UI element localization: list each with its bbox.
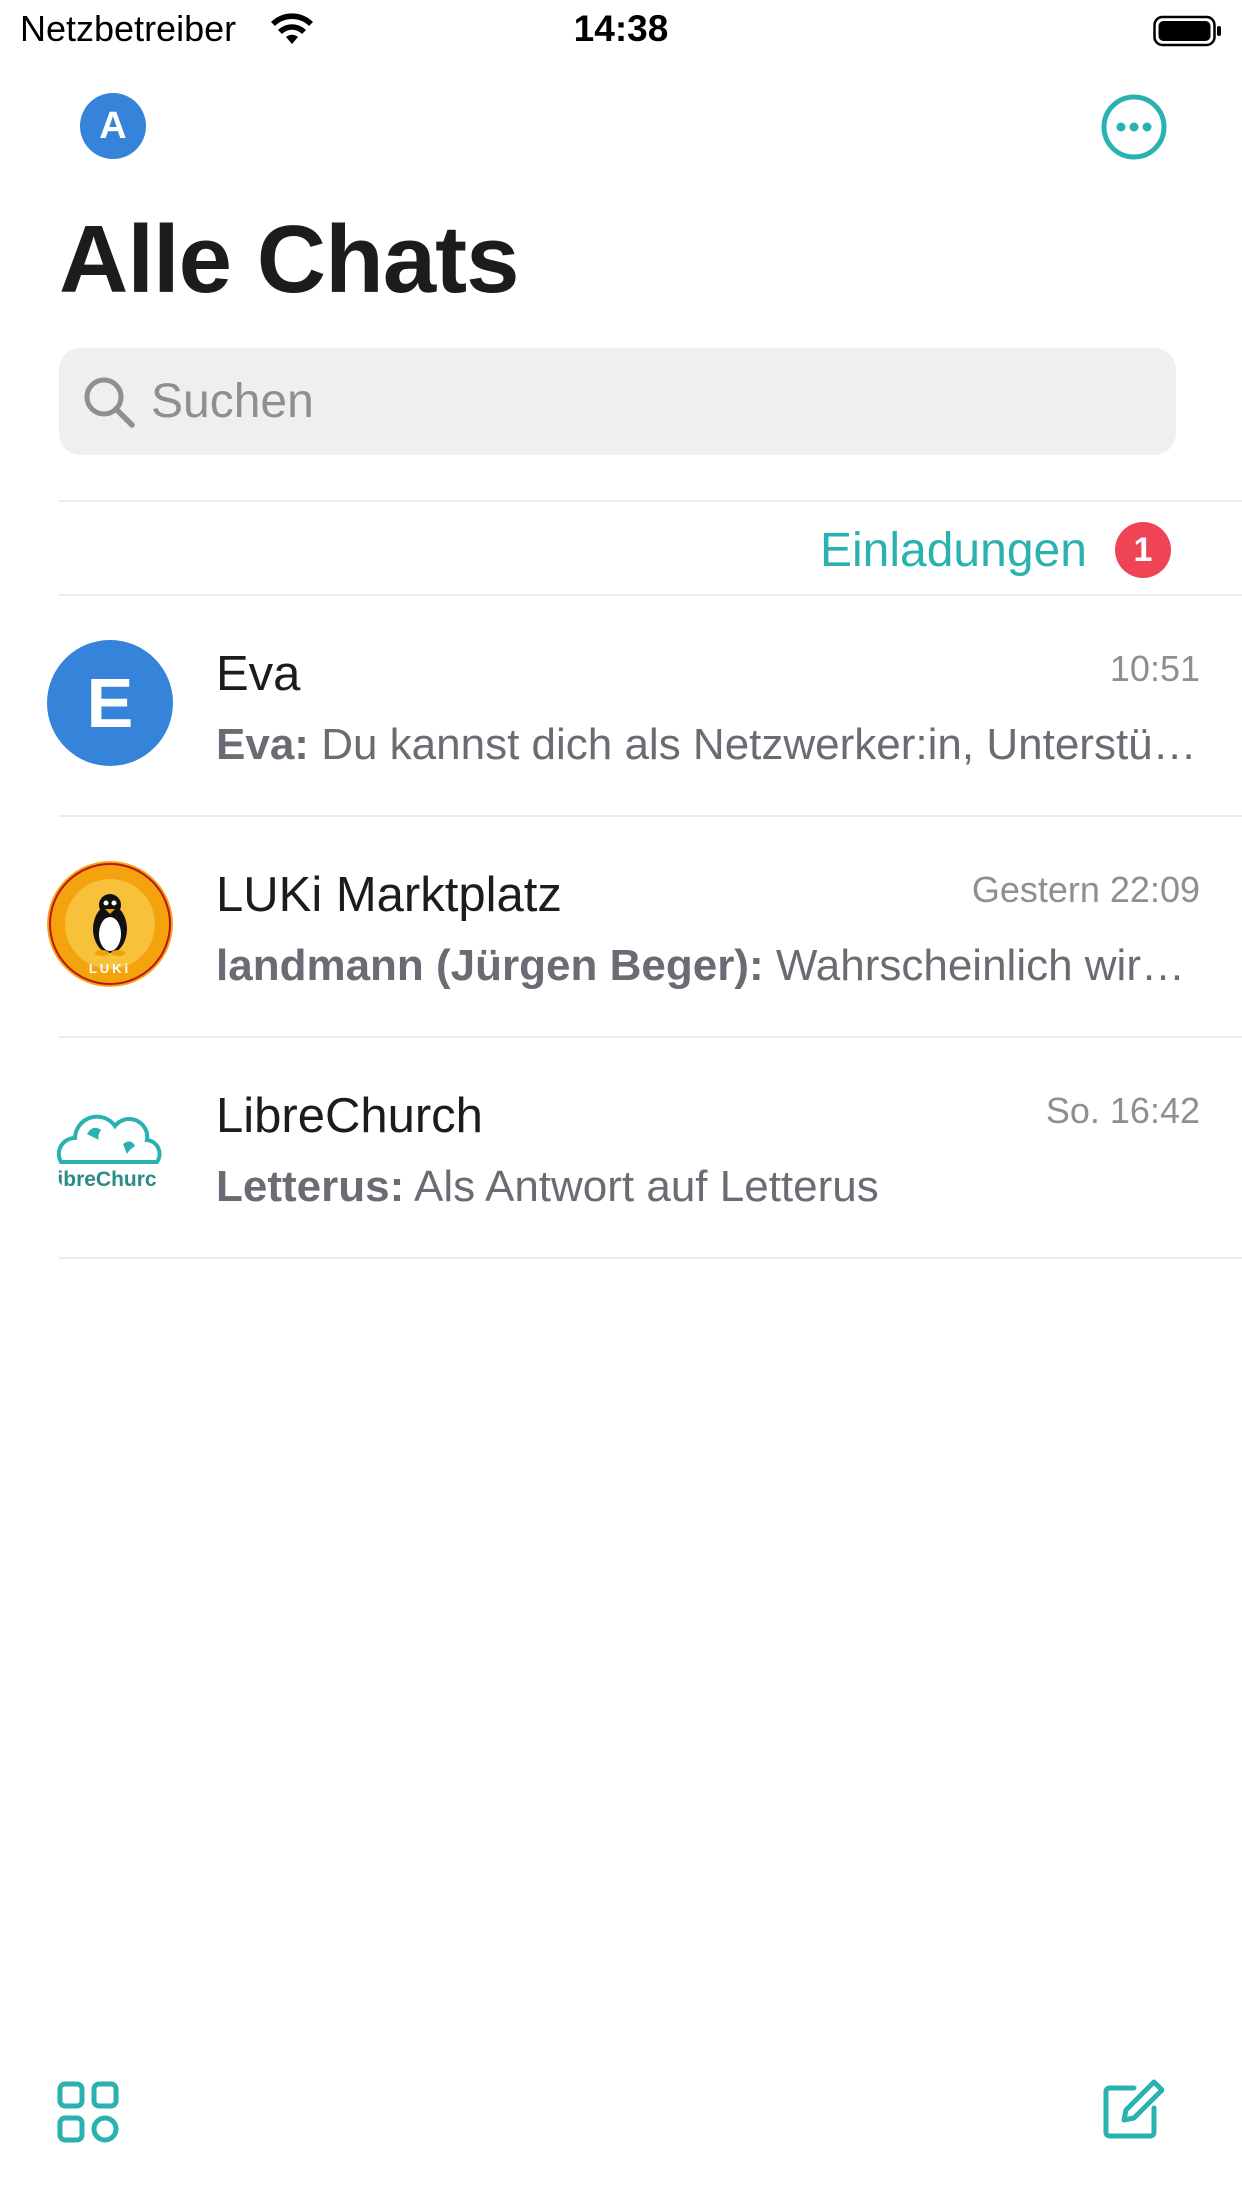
search-input[interactable] [151, 348, 1151, 455]
account-avatar-button[interactable]: A [80, 93, 146, 159]
invitations-button[interactable]: Einladungen 1 [820, 515, 1171, 585]
clock: 14:38 [573, 8, 669, 49]
chat-preview-message: Als Antwort auf Letterus [414, 1162, 879, 1211]
chat-list-screen: Netzbetreiber 14:38 A Alle Chats Einladu… [0, 0, 1242, 2208]
chat-preview-message: Wahrscheinlich wird es bald eine Lösung … [775, 941, 1201, 990]
divider [59, 1257, 1242, 1259]
search-bar[interactable] [59, 348, 1176, 455]
more-options-icon[interactable] [1100, 93, 1168, 161]
luki-logo-avatar: LUKi [47, 861, 173, 987]
svg-text:LUKi: LUKi [89, 961, 131, 976]
librechurch-logo-avatar: ibreChurc [47, 1082, 173, 1208]
chat-time: So. 16:42 [1045, 1090, 1200, 1131]
chat-preview-sender: landmann (Jürgen Beger): [216, 941, 764, 990]
divider [59, 500, 1242, 502]
chat-time: 10:51 [1109, 648, 1200, 689]
battery-icon [1153, 15, 1221, 47]
chat-row-eva[interactable]: E Eva 10:51 Eva: Du kannst dich als Netz… [0, 596, 1242, 816]
chat-row-librechurch[interactable]: ibreChurc LibreChurch So. 16:42 Letterus… [0, 1038, 1242, 1258]
chat-preview: Eva: Du kannst dich als Netzwerker:in, U… [216, 720, 1201, 770]
chat-name: LUKi Marktplatz [216, 868, 562, 922]
invitations-label: Einladungen [820, 523, 1087, 577]
compose-icon[interactable] [1100, 2078, 1164, 2142]
grid-icon[interactable] [56, 2080, 120, 2144]
chat-preview: Letterus: Als Antwort auf Letterus [216, 1162, 1201, 1212]
page-title: Alle Chats [59, 206, 519, 313]
chat-preview-sender: Eva: [216, 720, 309, 769]
chat-preview-message: Du kannst dich als Netzwerker:in, Unters… [321, 720, 1201, 769]
search-icon [84, 377, 135, 428]
chat-time: Gestern 22:09 [971, 869, 1200, 910]
invitations-count-badge: 1 [1114, 522, 1171, 578]
status-bar: Netzbetreiber 14:38 [0, 0, 1242, 62]
chat-name: LibreChurch [216, 1089, 483, 1143]
svg-text:ibreChurc: ibreChurc [57, 1168, 157, 1191]
chat-row-luki-marktplatz[interactable]: LUKi LUKi Marktplatz Gestern 22:09 landm… [0, 817, 1242, 1037]
chat-preview: landmann (Jürgen Beger): Wahrscheinlich … [216, 941, 1201, 991]
chat-name: Eva [216, 647, 301, 701]
avatar: E [47, 640, 173, 766]
chat-preview-sender: Letterus: [216, 1162, 405, 1211]
